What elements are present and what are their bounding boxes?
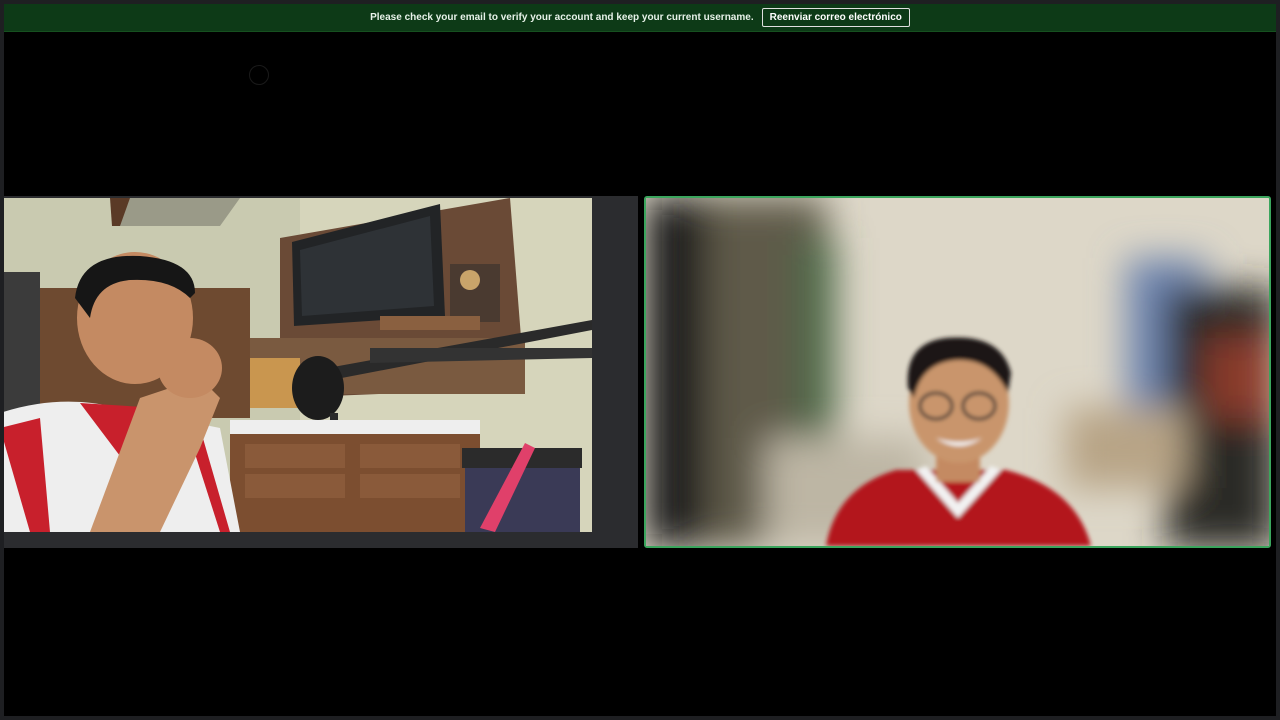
resend-email-button[interactable]: Reenviar correo electrónico: [761, 8, 910, 27]
loading-indicator-icon: [249, 65, 269, 85]
video-tile-right-speaking[interactable]: [644, 196, 1271, 548]
banner-message: Please check your email to verify your a…: [370, 12, 754, 23]
call-window: Please check your email to verify your a…: [4, 4, 1276, 716]
video-feed-left: [4, 198, 592, 532]
verify-email-banner: Please check your email to verify your a…: [4, 4, 1276, 32]
video-tile-left[interactable]: [4, 198, 592, 532]
video-feed-right: [646, 198, 1269, 546]
